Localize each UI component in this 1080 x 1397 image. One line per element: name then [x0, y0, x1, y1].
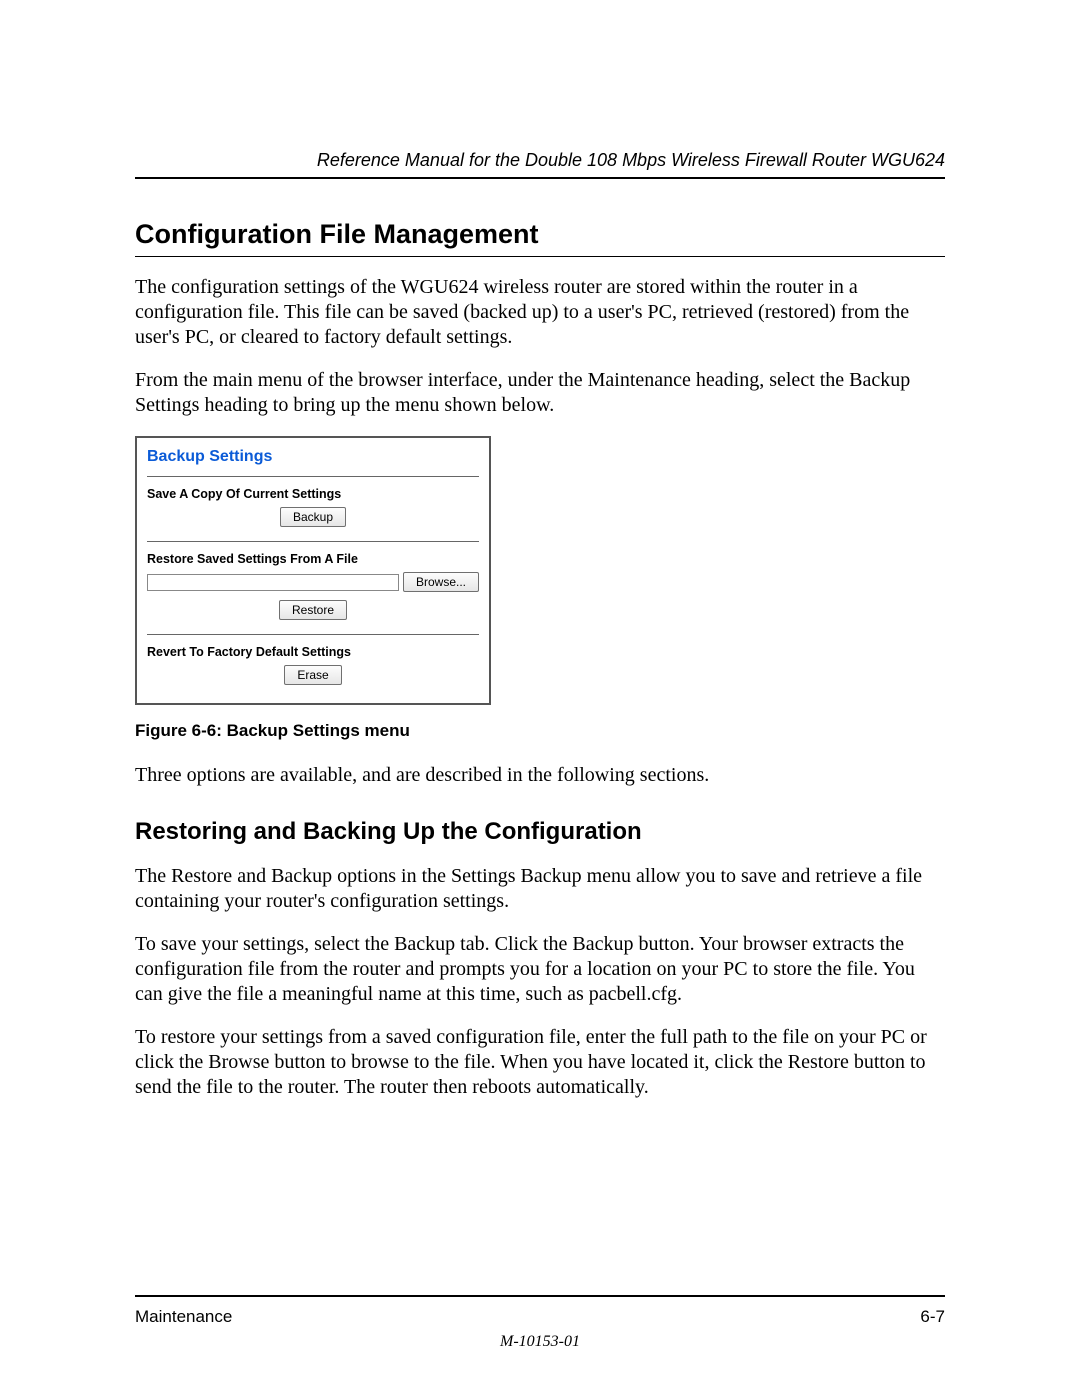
revert-label: Revert To Factory Default Settings — [147, 645, 479, 659]
body-paragraph: To save your settings, select the Backup… — [135, 932, 945, 1007]
erase-button[interactable]: Erase — [284, 665, 341, 685]
save-copy-label: Save A Copy Of Current Settings — [147, 487, 479, 501]
body-paragraph: To restore your settings from a saved co… — [135, 1025, 945, 1100]
revert-group: Revert To Factory Default Settings Erase — [147, 635, 479, 685]
figure-caption: Figure 6-6: Backup Settings menu — [135, 721, 945, 741]
browse-button[interactable]: Browse... — [403, 572, 479, 592]
footer-left: Maintenance — [135, 1307, 232, 1327]
footer-page-number: 6-7 — [920, 1307, 945, 1327]
panel-title: Backup Settings — [147, 446, 479, 477]
restore-button[interactable]: Restore — [279, 600, 347, 620]
footer-row: Maintenance 6-7 — [135, 1307, 945, 1327]
doc-number: M-10153-01 — [0, 1333, 1080, 1351]
body-paragraph: Three options are available, and are des… — [135, 763, 945, 788]
restore-file-input[interactable] — [147, 574, 399, 591]
body-paragraph: The Restore and Backup options in the Se… — [135, 864, 945, 914]
running-header: Reference Manual for the Double 108 Mbps… — [135, 150, 945, 179]
restore-label: Restore Saved Settings From A File — [147, 552, 479, 566]
body-paragraph: The configuration settings of the WGU624… — [135, 275, 945, 350]
restore-group: Restore Saved Settings From A File Brows… — [147, 542, 479, 635]
save-copy-group: Save A Copy Of Current Settings Backup — [147, 477, 479, 542]
section-heading: Configuration File Management — [135, 219, 945, 257]
backup-settings-panel: Backup Settings Save A Copy Of Current S… — [135, 436, 491, 705]
body-paragraph: From the main menu of the browser interf… — [135, 368, 945, 418]
subsection-heading: Restoring and Backing Up the Configurati… — [135, 818, 945, 846]
page: Reference Manual for the Double 108 Mbps… — [0, 0, 1080, 1397]
footer-rule — [135, 1295, 945, 1297]
backup-button[interactable]: Backup — [280, 507, 346, 527]
